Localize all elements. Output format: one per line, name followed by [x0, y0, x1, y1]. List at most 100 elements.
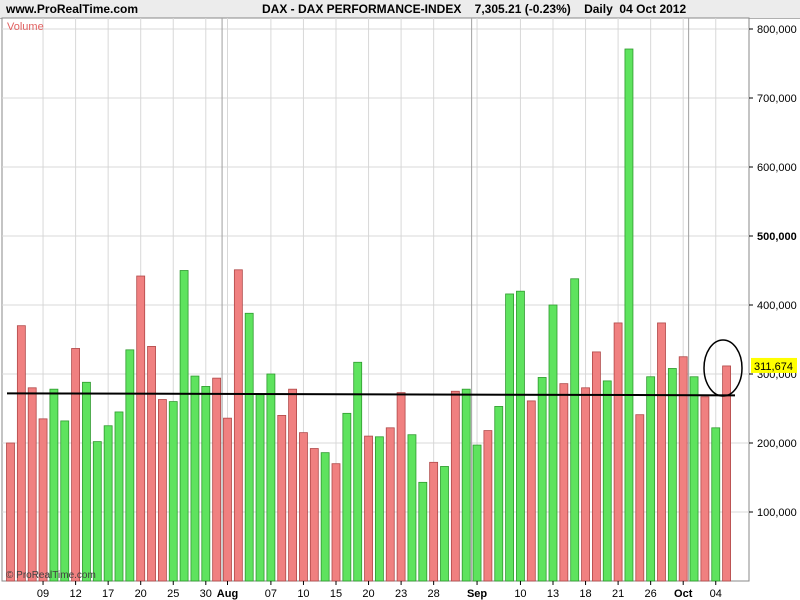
- x-tick-label: 10: [514, 588, 526, 600]
- volume-bar-up: [168, 401, 178, 582]
- volume-bar-up: [342, 412, 352, 582]
- x-tick-label: 04: [710, 588, 722, 600]
- volume-bar-up: [49, 388, 59, 582]
- volume-bar-up: [92, 441, 102, 582]
- x-tick-label: 25: [167, 588, 179, 600]
- y-tick-label: 800,000: [757, 24, 797, 36]
- volume-bar-up: [711, 427, 721, 582]
- volume-bar-up: [103, 425, 113, 582]
- volume-bar-up: [60, 420, 70, 582]
- volume-bar-up: [407, 434, 417, 582]
- volume-bar-up: [374, 436, 384, 582]
- volume-bar-down: [700, 396, 710, 582]
- volume-bar-down: [38, 418, 48, 582]
- x-tick-label: 20: [135, 588, 147, 600]
- volume-bar-down: [157, 399, 167, 582]
- x-tick-label: 21: [612, 588, 624, 600]
- volume-bar-down: [16, 325, 26, 582]
- volume-bar-down: [136, 275, 146, 582]
- volume-bar-up: [440, 466, 449, 582]
- volume-bar-down: [277, 414, 287, 582]
- x-tick-label: 10: [297, 588, 309, 600]
- volume-bar-down: [212, 377, 222, 582]
- y-tick-label: 200,000: [757, 438, 797, 450]
- x-tick-label: 13: [547, 588, 559, 600]
- x-tick-label: Sep: [467, 588, 487, 600]
- volume-bar-up: [494, 406, 504, 582]
- volume-bar-down: [722, 365, 731, 582]
- volume-bar-down: [71, 348, 80, 582]
- volume-bar-up: [689, 376, 699, 582]
- volume-bar-up: [472, 444, 482, 582]
- x-tick-label: 17: [102, 588, 114, 600]
- volume-bar-down: [233, 269, 243, 582]
- last-value-label: 311,674: [754, 361, 793, 373]
- panel-label: Volume: [7, 21, 44, 33]
- volume-bar-up: [125, 349, 135, 582]
- volume-bar-up: [537, 377, 547, 582]
- volume-bar-up: [244, 312, 254, 582]
- volume-bar-down: [592, 351, 601, 582]
- y-tick-label: 700,000: [757, 93, 797, 105]
- volume-bar-down: [288, 388, 298, 582]
- volume-bar-down: [223, 417, 232, 582]
- y-axis: 100,000200,000300,000400,000500,000600,0…: [749, 24, 797, 519]
- volume-bar-up: [320, 452, 330, 582]
- y-tick-label: 600,000: [757, 162, 797, 174]
- volume-bar-up: [255, 394, 265, 582]
- volume-bar-down: [299, 432, 308, 582]
- volume-bar-down: [331, 463, 341, 582]
- volume-bar-up: [190, 375, 200, 582]
- volume-bar-up: [548, 304, 558, 582]
- volume-bar-down: [396, 392, 406, 582]
- volume-bar-up: [646, 376, 656, 582]
- volume-bar-up: [418, 481, 428, 582]
- x-tick-label: 18: [579, 588, 591, 600]
- x-tick-label: 07: [265, 588, 277, 600]
- x-tick-label: 26: [645, 588, 657, 600]
- volume-bar-down: [385, 427, 395, 582]
- volume-bar-down: [526, 400, 536, 582]
- volume-bar-down: [27, 387, 37, 582]
- volume-bar-up: [602, 380, 612, 582]
- volume-bar-down: [483, 430, 493, 582]
- volume-bar-down: [657, 322, 666, 582]
- volume-bar-up: [570, 278, 580, 582]
- volume-bar-up: [82, 381, 91, 582]
- volume-bar-down: [429, 461, 439, 582]
- x-tick-label: Oct: [674, 588, 693, 600]
- volume-bar-down: [6, 442, 15, 582]
- x-tick-label: 15: [330, 588, 342, 600]
- volume-bar-down: [613, 322, 623, 582]
- volume-bar-up: [505, 293, 515, 582]
- volume-bar-up: [516, 290, 525, 582]
- y-tick-label: 500,000: [757, 231, 797, 243]
- volume-bar-down: [450, 390, 460, 582]
- volume-bar-down: [309, 448, 319, 582]
- x-tick-label: 12: [69, 588, 81, 600]
- x-tick-label: 20: [362, 588, 374, 600]
- volume-bar-down: [581, 387, 590, 582]
- volume-bar-down: [559, 383, 569, 582]
- volume-bar-down: [635, 414, 645, 582]
- y-tick-label: 400,000: [757, 300, 797, 312]
- volume-bar-up: [624, 48, 634, 582]
- volume-bar-up: [201, 386, 211, 582]
- x-tick-label: 23: [395, 588, 407, 600]
- volume-bar-up: [461, 388, 471, 582]
- y-tick-label: 100,000: [757, 507, 797, 519]
- x-tick-label: Aug: [217, 588, 238, 600]
- x-tick-label: 09: [37, 588, 49, 600]
- volume-bar-up: [179, 270, 189, 582]
- x-tick-label: 28: [428, 588, 440, 600]
- volume-bar-up: [114, 411, 124, 582]
- x-tick-label: 30: [200, 588, 212, 600]
- x-axis: 09 12 17 20 25 30 Aug 07 10 15 20 23 28 Sep 10 13 18 21 26…: [37, 581, 722, 600]
- volume-chart: 100,000200,000300,000400,000500,000600,0…: [1, 17, 797, 600]
- volume-bar-down: [364, 435, 373, 582]
- volume-bar-up: [667, 368, 677, 582]
- copyright-text: © ProRealTime.com: [6, 570, 96, 581]
- volume-bar-down: [147, 345, 156, 582]
- volume-bar-down: [678, 356, 688, 582]
- volume-bar-up: [266, 373, 276, 582]
